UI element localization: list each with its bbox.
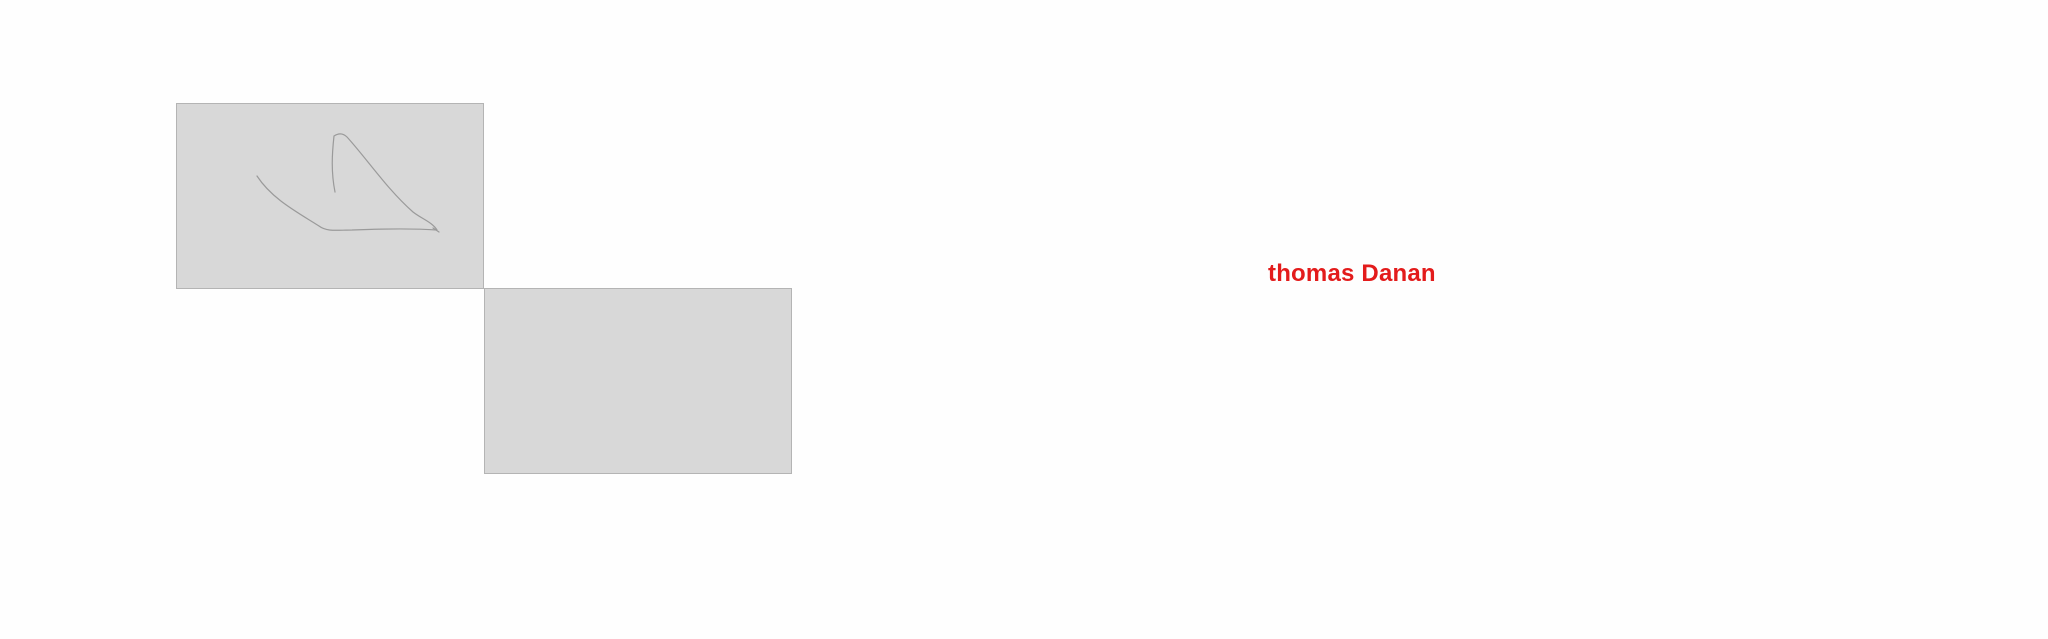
drawing-panel[interactable] xyxy=(176,103,484,289)
freehand-stroke xyxy=(256,133,440,233)
empty-panel[interactable] xyxy=(484,288,792,474)
stroke-path xyxy=(256,133,438,231)
name-label: thomas Danan xyxy=(1268,260,1436,287)
canvas: thomas Danan xyxy=(0,0,2048,639)
